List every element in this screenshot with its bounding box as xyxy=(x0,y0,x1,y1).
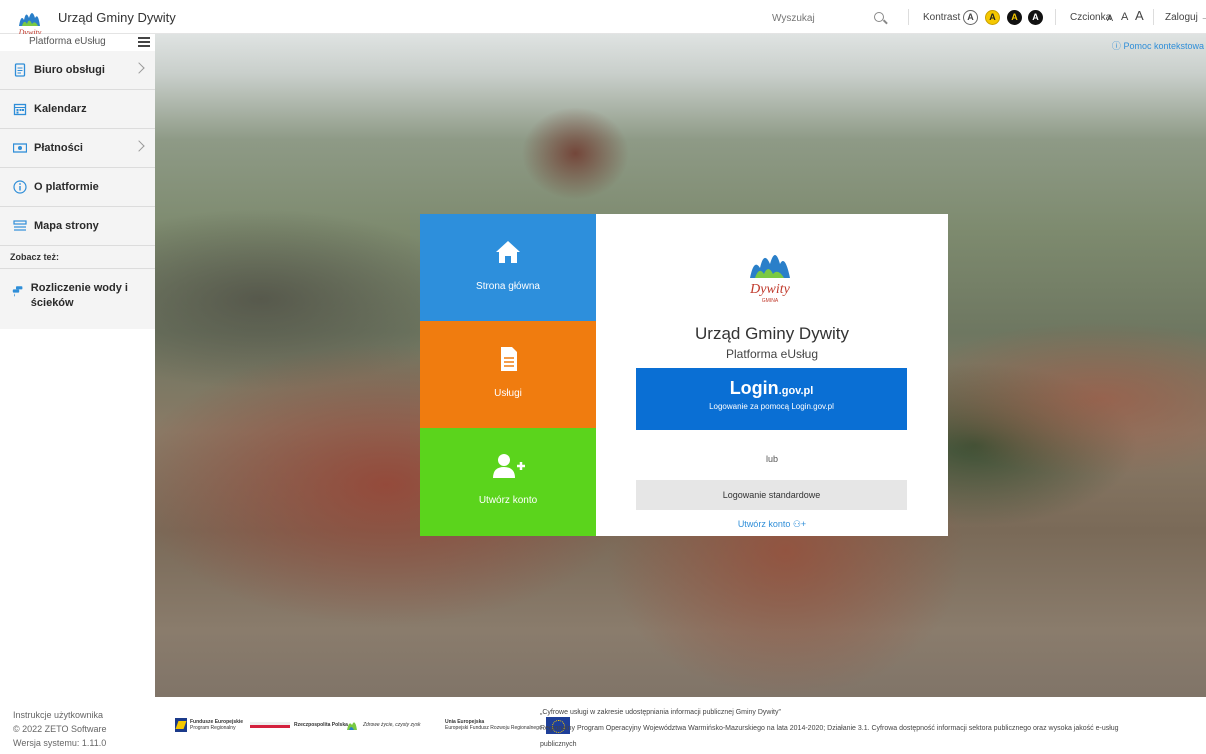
sitemap-icon xyxy=(13,220,27,231)
related-item-label: Rozliczenie wody i ścieków xyxy=(30,282,128,309)
search-input[interactable] xyxy=(772,9,872,27)
add-user-icon: ⚇+ xyxy=(792,519,807,529)
sidebar-item-o-platformie[interactable]: O platformie xyxy=(0,168,155,207)
sidebar-header: Platforma eUsług xyxy=(0,34,155,51)
help-icon: ⓘ xyxy=(1111,41,1121,51)
logo-subtext: GMINA xyxy=(762,298,779,304)
tile-home-label: Strona główna xyxy=(476,281,540,292)
standard-login-button[interactable]: Logowanie standardowe xyxy=(636,480,907,510)
create-account-link[interactable]: Utwórz konto ⚇+ xyxy=(596,519,948,530)
panel-subtitle: Platforma eUsług xyxy=(725,347,819,361)
sidebar-item-label: O platformie xyxy=(34,181,99,193)
sidebar-menu: Biuro obsługi Kalendarz Płatności O plat… xyxy=(0,51,155,329)
hamburger-menu-icon[interactable] xyxy=(138,37,150,47)
related-item-water[interactable]: Rozliczenie wody i ścieków xyxy=(0,269,155,329)
app-title[interactable]: Urząd Gminy Dywity xyxy=(58,10,176,25)
water-tap-icon xyxy=(12,286,23,297)
login-link[interactable]: Zaloguj → xyxy=(1165,12,1206,23)
font-large-button[interactable]: A xyxy=(1135,8,1144,23)
logingov-logo: Login.gov.pl xyxy=(729,378,814,398)
or-separator: lub xyxy=(765,454,778,464)
see-also-heading: Zobacz też: xyxy=(0,246,155,269)
tile-create-account-label: Utwórz konto xyxy=(478,495,538,506)
divider xyxy=(1153,9,1154,25)
logo-text: Dywity xyxy=(749,282,790,297)
sidebar-item-mapa-strony[interactable]: Mapa strony xyxy=(0,207,155,246)
login-panel: Dywity GMINA Urząd Gminy Dywity Platform… xyxy=(596,214,948,536)
sidebar-item-kalendarz[interactable]: Kalendarz xyxy=(0,90,155,129)
tile-create-account[interactable]: Utwórz konto xyxy=(420,428,596,536)
sidebar-item-biuro-obslugi[interactable]: Biuro obsługi xyxy=(0,51,155,90)
font-size-label: Czcionka xyxy=(1070,12,1112,23)
sidebar-footer: Instrukcje użytkownika © 2022 ZETO Softw… xyxy=(13,708,107,750)
copyright-text: © 2022 ZETO Software xyxy=(13,724,107,734)
contrast-label: Kontrast xyxy=(923,12,961,23)
login-label: Zaloguj xyxy=(1165,12,1198,23)
sidebar-item-label: Kalendarz xyxy=(34,103,87,115)
logingov-desc: Logowanie za pomocą Login.gov.pl xyxy=(709,402,834,411)
sidebar: Platforma eUsług Biuro obsługi Kalendarz… xyxy=(0,34,155,754)
contrast-default-button[interactable]: A xyxy=(963,10,978,25)
payment-icon xyxy=(13,143,27,153)
gmina-logo-large: Dywity GMINA xyxy=(749,255,791,304)
file-icon xyxy=(501,347,517,371)
warmia-mazury-logo: Zdrowe życie, czysty zysk xyxy=(345,715,421,735)
info-icon xyxy=(13,180,27,194)
sidebar-item-label: Biuro obsługi xyxy=(34,64,105,76)
calendar-icon xyxy=(13,103,27,116)
divider xyxy=(908,9,909,25)
version-text: Wersja systemu: 1.11.0 xyxy=(13,738,107,748)
footer-logos-bar: Fundusze Europejskie Program Regionalny R… xyxy=(155,697,1206,754)
sidebar-item-label: Mapa strony xyxy=(34,220,99,232)
sidebar-item-platnosci[interactable]: Płatności xyxy=(0,129,155,168)
search-icon[interactable] xyxy=(874,12,884,22)
contrast-black-yellow-button[interactable]: A xyxy=(1007,10,1022,25)
context-help-link[interactable]: ⓘ Pomoc kontekstowa xyxy=(1112,39,1204,52)
contrast-yellow-button[interactable]: A xyxy=(985,10,1000,25)
panel-title: Urząd Gminy Dywity xyxy=(695,324,849,343)
top-bar: Dywity Urząd Gminy Dywity Kontrast A A A… xyxy=(0,0,1206,37)
rzeczpospolita-polska-logo: Rzeczpospolita Polska xyxy=(250,715,348,735)
platform-label: Platforma eUsług xyxy=(29,36,106,47)
sidebar-item-label: Płatności xyxy=(34,142,83,154)
project-note: „Cyfrowe usługi w zakresie udostępniania… xyxy=(540,709,1119,748)
login-arrow-icon: → xyxy=(1200,12,1206,23)
contrast-black-white-button[interactable]: A xyxy=(1028,10,1043,25)
add-user-icon xyxy=(493,454,525,478)
document-icon xyxy=(14,63,26,77)
create-account-label: Utwórz konto xyxy=(737,519,791,529)
logingov-button[interactable]: Login.gov.pl Logowanie za pomocą Login.g… xyxy=(636,368,907,430)
user-manual-link[interactable]: Instrukcje użytkownika xyxy=(13,708,107,722)
font-medium-button[interactable]: A xyxy=(1121,11,1128,23)
chevron-right-icon xyxy=(133,62,145,74)
help-link-label: Pomoc kontekstowa xyxy=(1123,41,1204,51)
fundusze-europejskie-logo: Fundusze Europejskie Program Regionalny xyxy=(175,715,243,735)
tile-home[interactable]: Strona główna xyxy=(420,214,596,321)
tile-services[interactable]: Usługi xyxy=(420,321,596,428)
tile-services-label: Usługi xyxy=(494,388,522,399)
chevron-right-icon xyxy=(133,140,145,152)
font-small-button[interactable]: A xyxy=(1107,13,1113,23)
home-icon xyxy=(496,241,520,263)
divider xyxy=(1055,9,1056,25)
